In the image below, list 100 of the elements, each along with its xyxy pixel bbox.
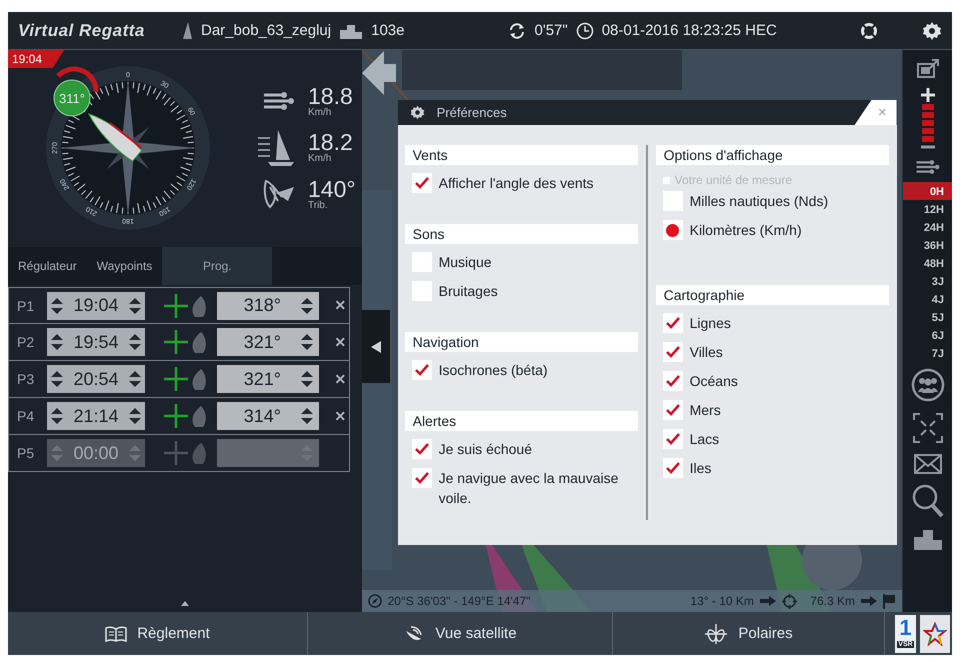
compass-icon <box>368 594 382 608</box>
option-label: Musique <box>438 253 492 272</box>
row-label: P5 <box>17 445 36 461</box>
checkbox[interactable] <box>662 458 683 478</box>
spinner-arrows-icon[interactable] <box>127 406 143 426</box>
date-time: 08-01-2016 18:23:25 HEC <box>602 22 777 39</box>
polar-diagram-icon <box>704 622 728 644</box>
checkbox[interactable] <box>412 439 432 459</box>
ranking: 103e <box>371 22 404 39</box>
checkbox[interactable] <box>412 252 432 272</box>
podium-icon[interactable] <box>912 528 942 550</box>
checkbox[interactable] <box>662 429 683 449</box>
export-button[interactable] <box>916 58 940 80</box>
checkbox[interactable] <box>662 342 683 362</box>
fullscreen-icon[interactable] <box>912 412 944 444</box>
forecast-time-option[interactable]: 6J <box>903 326 952 344</box>
option-label: Bruitages <box>438 282 498 301</box>
spinner-arrows-icon[interactable] <box>127 296 143 316</box>
boat-icon <box>88 112 142 162</box>
option-label: Océans <box>690 372 738 391</box>
group-icon[interactable] <box>910 368 944 402</box>
checkbox[interactable] <box>662 400 683 420</box>
spinner-arrows-icon[interactable] <box>127 369 143 389</box>
checkbox[interactable] <box>662 313 683 333</box>
caret-icon <box>370 340 381 352</box>
row-label: P4 <box>17 408 36 424</box>
arrow-icon[interactable] <box>362 50 396 96</box>
mail-icon[interactable] <box>914 454 942 474</box>
stat-unit: Trib. <box>308 200 329 210</box>
boat-name: Dar_bob_63_zegluj <box>201 22 332 39</box>
star-icon <box>923 622 947 646</box>
crosshair-icon[interactable] <box>163 403 189 429</box>
spinner-arrows-icon[interactable] <box>299 296 315 316</box>
delete-button[interactable]: × <box>335 406 346 426</box>
spinner-arrows-icon[interactable] <box>49 296 65 316</box>
spinner-arrows-icon[interactable] <box>299 332 315 352</box>
forecast-time-option[interactable]: 5J <box>903 308 952 326</box>
option-label: Afficher l'angle des vents <box>438 174 594 193</box>
section-heading: Navigation <box>404 332 638 352</box>
flag-icon <box>883 594 896 608</box>
checkbox[interactable] <box>412 360 432 380</box>
tab[interactable]: Régulateur <box>8 247 87 285</box>
option-label: Kilomètres (Km/h) <box>690 221 802 240</box>
settings-icon[interactable] <box>922 20 942 40</box>
forecast-time-option[interactable]: 12H <box>903 200 952 218</box>
tab[interactable]: Waypoints <box>86 247 162 285</box>
zoom-out-button[interactable] <box>920 144 934 150</box>
crosshair-icon[interactable] <box>163 292 189 318</box>
collapse-button[interactable] <box>362 310 390 383</box>
crosshair-icon[interactable] <box>163 366 189 392</box>
settings-icon <box>410 105 425 120</box>
wind-icon <box>262 90 296 112</box>
option-label: Je suis échoué <box>438 440 532 459</box>
spinner-arrows-icon[interactable] <box>49 369 65 389</box>
search-icon[interactable] <box>912 484 944 518</box>
forecast-time-option[interactable]: 24H <box>903 218 952 236</box>
time-tag: 19:04 <box>8 50 64 68</box>
radio-button[interactable] <box>662 191 683 211</box>
clock-icon <box>576 22 594 40</box>
radio-button[interactable] <box>662 220 683 240</box>
distance-to-finish: 76.3 Km <box>810 594 855 608</box>
row-label: P3 <box>17 371 36 387</box>
zoom-in-button[interactable] <box>920 88 934 102</box>
tab[interactable]: Prog. <box>162 247 272 285</box>
forecast-time-option[interactable]: 4J <box>903 290 952 308</box>
delete-button[interactable]: × <box>335 368 346 390</box>
spinner-arrows-icon[interactable] <box>49 406 65 426</box>
section-heading: Alertes <box>404 411 638 431</box>
delete-button[interactable]: × <box>335 295 346 316</box>
forecast-time-option[interactable]: 48H <box>903 254 952 272</box>
refresh-timer: 0'57" <box>534 22 568 39</box>
spinner-arrows-icon[interactable] <box>127 332 143 352</box>
delete-button[interactable]: × <box>335 332 346 352</box>
forecast-time-option[interactable]: 0H <box>903 182 952 200</box>
forecast-time-option[interactable]: 36H <box>903 236 952 254</box>
arrow-icon <box>861 596 877 606</box>
spinner-arrows-icon[interactable] <box>299 406 315 426</box>
forecast-time-option[interactable]: 3J <box>903 272 952 290</box>
crosshair-icon[interactable] <box>163 329 189 355</box>
option-label: Lacs <box>690 430 720 449</box>
bullet-icon <box>662 176 670 184</box>
dialog-title: Préférences <box>436 105 507 120</box>
row-label: P2 <box>17 334 36 350</box>
spinner-arrows-icon[interactable] <box>49 332 65 352</box>
stat-value: 18.2 <box>308 131 353 153</box>
spinner-arrows-icon[interactable] <box>299 369 315 389</box>
checkbox[interactable] <box>412 173 432 193</box>
forecast-time-option[interactable]: 7J <box>903 344 952 362</box>
checkbox[interactable] <box>412 281 432 301</box>
stat-unit: Km/h <box>308 106 332 118</box>
lifebuoy-icon[interactable] <box>860 22 878 40</box>
app-logo: Virtual Regatta <box>18 20 146 40</box>
section-heading: Options d'affichage <box>656 145 889 165</box>
expand-icon[interactable] <box>180 600 189 606</box>
checkbox[interactable] <box>662 371 683 391</box>
wind-icon[interactable] <box>914 158 940 176</box>
checkbox[interactable] <box>412 468 432 488</box>
refresh-icon[interactable] <box>508 22 526 40</box>
target-icon <box>782 594 797 608</box>
sailboat-icon <box>256 128 296 168</box>
